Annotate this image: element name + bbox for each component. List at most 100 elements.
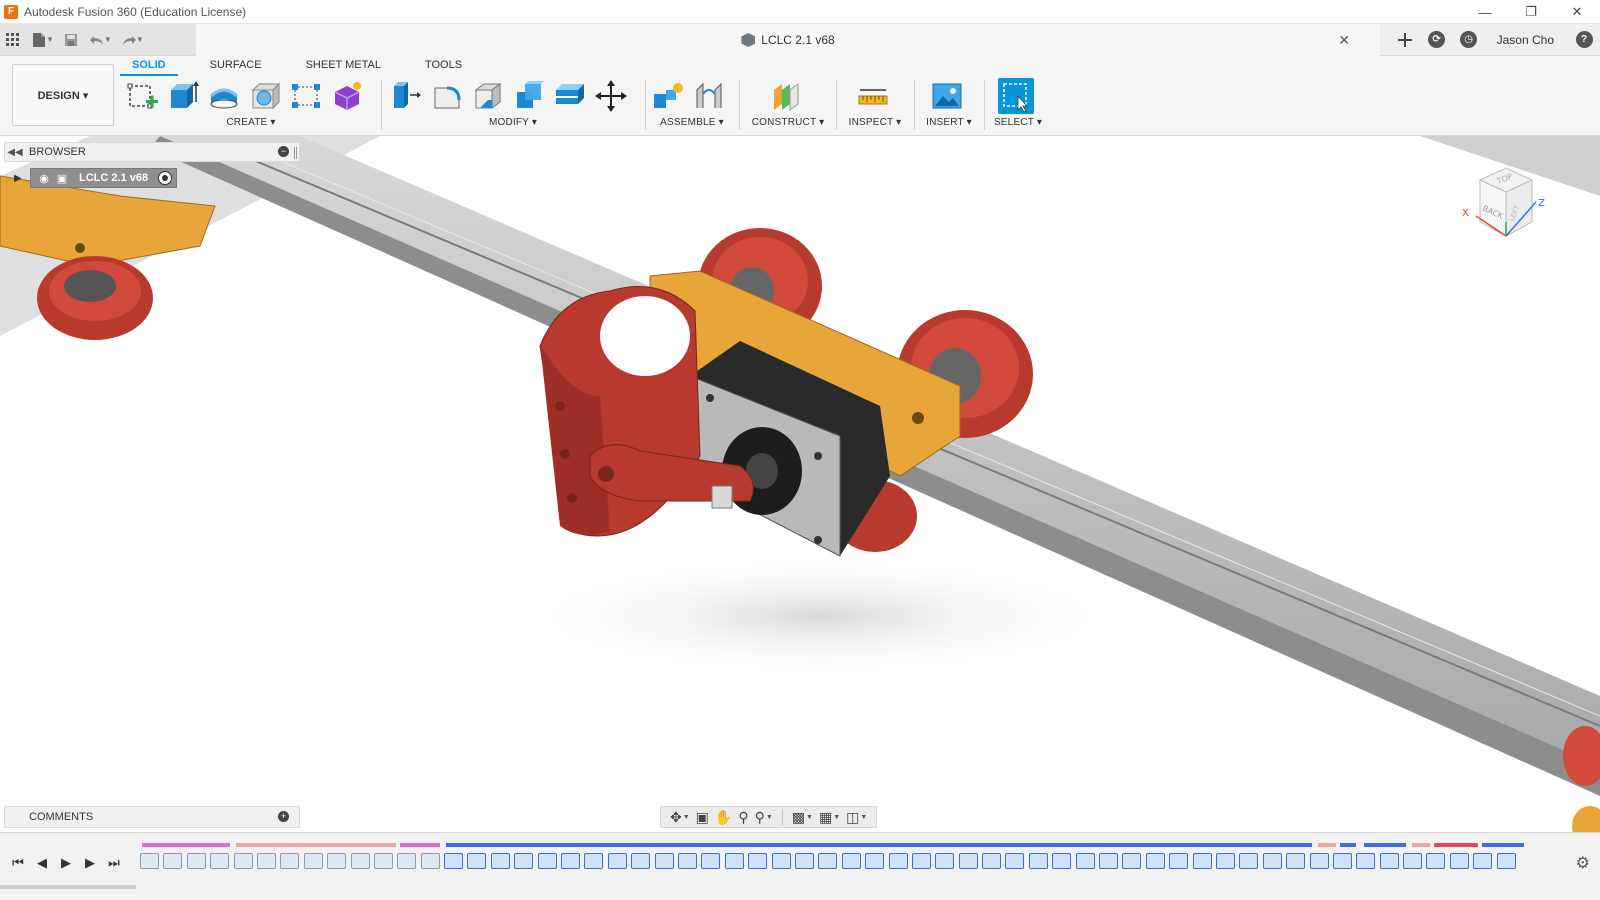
timeline-scrollbar[interactable]: [0, 885, 136, 889]
tab-surface[interactable]: SURFACE: [206, 58, 266, 76]
timeline-feature-icon[interactable]: [1005, 853, 1025, 869]
timeline-feature-icon[interactable]: [1403, 853, 1423, 869]
timeline-feature-icon[interactable]: [1449, 853, 1469, 869]
timeline-feature-icon[interactable]: [280, 853, 300, 869]
timeline-feature-icon[interactable]: [1379, 853, 1399, 869]
view-cube[interactable]: TOP BACK LEFT X Z: [1462, 160, 1552, 250]
timeline-feature-icon[interactable]: [888, 853, 908, 869]
timeline-feature-icon[interactable]: [818, 853, 838, 869]
save-icon[interactable]: [58, 24, 84, 55]
timeline-feature-icon[interactable]: [958, 853, 978, 869]
assemble-menu[interactable]: ASSEMBLE ▾: [650, 117, 734, 128]
timeline-feature-icon[interactable]: [911, 853, 931, 869]
timeline-feature-icon[interactable]: [373, 853, 393, 869]
tab-solid[interactable]: SOLID: [120, 58, 178, 76]
timeline-feature-icon[interactable]: [935, 853, 955, 869]
add-comment-icon[interactable]: +: [278, 811, 289, 822]
panel-grip-icon[interactable]: [294, 147, 297, 159]
timeline-feature-icon[interactable]: [841, 853, 861, 869]
design-canvas[interactable]: [0, 136, 1600, 832]
timeline-feature-icon[interactable]: [631, 853, 651, 869]
timeline-feature-icon[interactable]: [1332, 853, 1352, 869]
timeline-feature-icon[interactable]: [1122, 853, 1142, 869]
document-tab[interactable]: LCLC 2.1 v68 ✕: [196, 24, 1380, 56]
timeline-feature-icon[interactable]: [1262, 853, 1282, 869]
timeline-feature-icon[interactable]: [467, 853, 487, 869]
extensions-icon[interactable]: ⟳: [1421, 24, 1453, 55]
inspect-menu[interactable]: INSPECT ▾: [840, 117, 910, 128]
timeline-feature-icon[interactable]: [748, 853, 768, 869]
workspace-switcher[interactable]: DESIGN ▾: [12, 64, 114, 126]
close-tab-icon[interactable]: ✕: [1338, 32, 1350, 49]
timeline-feature-icon[interactable]: [677, 853, 697, 869]
chamfer-icon[interactable]: [470, 78, 506, 114]
timeline-feature-icon[interactable]: [865, 853, 885, 869]
timeline-feature-icon[interactable]: [1145, 853, 1165, 869]
timeline-feature-icon[interactable]: [701, 853, 721, 869]
model-render[interactable]: [0, 136, 1600, 832]
timeline-feature-icon[interactable]: [397, 853, 417, 869]
display-settings-icon[interactable]: ▩ ▼: [789, 807, 816, 827]
skip-to-start-icon[interactable]: ⏮: [6, 851, 30, 875]
move-icon[interactable]: [593, 78, 629, 114]
timeline-feature-icon[interactable]: [350, 853, 370, 869]
timeline-feature-icon[interactable]: [303, 853, 323, 869]
timeline-feature-icon[interactable]: [794, 853, 814, 869]
timeline-feature-icon[interactable]: [444, 853, 464, 869]
timeline-track[interactable]: [140, 841, 1530, 881]
measure-icon[interactable]: [855, 78, 891, 114]
timeline-feature-icon[interactable]: [1239, 853, 1259, 869]
file-menu-caret-icon[interactable]: ▼: [46, 35, 54, 44]
timeline-feature-icon[interactable]: [982, 853, 1002, 869]
timeline-feature-icon[interactable]: [163, 853, 183, 869]
timeline-settings-icon[interactable]: ⚙: [1576, 853, 1590, 873]
timeline-feature-icon[interactable]: [1169, 853, 1189, 869]
timeline-feature-icon[interactable]: [514, 853, 534, 869]
rectangular-pattern-icon[interactable]: [288, 78, 324, 114]
select-icon[interactable]: [997, 78, 1034, 114]
timeline-feature-icon[interactable]: [1028, 853, 1048, 869]
timeline-feature-icon[interactable]: [1052, 853, 1072, 869]
timeline-feature-icon[interactable]: [537, 853, 557, 869]
orbit-icon[interactable]: ✥ ▼: [667, 807, 693, 827]
restore-icon[interactable]: ❐: [1508, 0, 1554, 24]
hole-icon[interactable]: [247, 78, 283, 114]
tab-tools[interactable]: TOOLS: [421, 58, 466, 76]
timeline-feature-icon[interactable]: [210, 853, 230, 869]
play-icon[interactable]: ▶: [54, 851, 78, 875]
redo-caret-icon[interactable]: ▼: [136, 35, 144, 44]
close-icon[interactable]: ✕: [1554, 0, 1600, 24]
insert-image-icon[interactable]: [929, 78, 965, 114]
expand-arrow-icon[interactable]: ▶: [14, 173, 30, 184]
zoom-icon[interactable]: ⚲ ▼: [752, 807, 776, 827]
create-sketch-icon[interactable]: [124, 78, 160, 114]
grid-settings-icon[interactable]: ▦ ▼: [816, 807, 843, 827]
look-at-icon[interactable]: ▣: [693, 807, 712, 827]
step-forward-icon[interactable]: ▶: [78, 851, 102, 875]
timeline-feature-icon[interactable]: [607, 853, 627, 869]
timeline-feature-icon[interactable]: [1426, 853, 1446, 869]
new-component-icon[interactable]: [650, 78, 686, 114]
shell-icon[interactable]: [552, 78, 588, 114]
new-tab-icon[interactable]: [1389, 24, 1421, 55]
viewports-icon[interactable]: ◫ ▼: [843, 807, 870, 827]
visibility-eye-icon[interactable]: ◉: [35, 171, 53, 185]
fillet-icon[interactable]: [429, 78, 465, 114]
timeline-feature-icon[interactable]: [490, 853, 510, 869]
activate-radio-icon[interactable]: [158, 171, 173, 185]
insert-menu[interactable]: INSERT ▾: [918, 117, 980, 128]
timeline-feature-icon[interactable]: [1473, 853, 1493, 869]
combine-icon[interactable]: [511, 78, 547, 114]
timeline-feature-icon[interactable]: [1075, 853, 1095, 869]
modify-menu[interactable]: MODIFY ▾: [388, 117, 638, 128]
press-pull-icon[interactable]: [388, 78, 424, 114]
timeline-feature-icon[interactable]: [233, 853, 253, 869]
timeline-feature-icon[interactable]: [1192, 853, 1212, 869]
timeline-feature-icon[interactable]: [771, 853, 791, 869]
timeline-feature-icon[interactable]: [1496, 853, 1516, 869]
undo-caret-icon[interactable]: ▼: [104, 35, 112, 44]
help-icon[interactable]: ?: [1568, 24, 1600, 55]
collapse-panel-icon[interactable]: ◀◀: [5, 147, 25, 158]
job-status-icon[interactable]: ◷: [1453, 24, 1485, 55]
timeline-feature-icon[interactable]: [1356, 853, 1376, 869]
